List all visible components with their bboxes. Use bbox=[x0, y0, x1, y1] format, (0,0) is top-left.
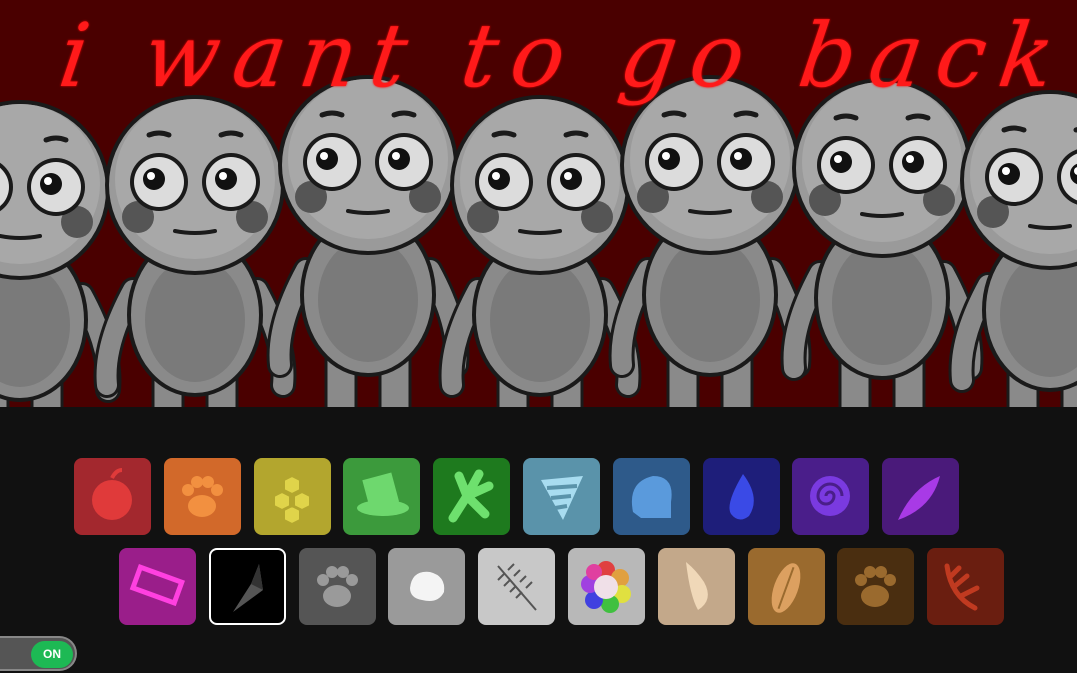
crystal-shard-icon bbox=[232, 564, 263, 612]
auto-toggle[interactable]: ON bbox=[0, 636, 77, 671]
rainbow-flower-icon bbox=[581, 561, 631, 613]
sound-palette bbox=[0, 407, 1077, 673]
character bbox=[608, 75, 812, 407]
character bbox=[780, 78, 984, 407]
brown-paw-icon bbox=[855, 566, 897, 607]
antler-icon bbox=[944, 563, 980, 611]
bread-icon bbox=[771, 563, 800, 613]
grey-paw-icon bbox=[316, 566, 358, 607]
palette-tile-pink-tag[interactable] bbox=[119, 548, 196, 625]
striped-flag-icon bbox=[541, 476, 583, 520]
palette-tile-grey-paw[interactable] bbox=[298, 548, 376, 625]
palette-tile-crystal-shard[interactable] bbox=[208, 548, 286, 625]
palette-tile-white-stone[interactable] bbox=[388, 548, 466, 625]
palette-tile-paw[interactable] bbox=[163, 458, 241, 535]
palette-tile-rainbow-flower[interactable] bbox=[568, 548, 645, 625]
character bbox=[438, 95, 642, 407]
palette-tile-brown-paw[interactable] bbox=[837, 548, 915, 625]
palette-tile-purple-leaf[interactable] bbox=[882, 458, 960, 535]
white-stone-icon bbox=[410, 571, 445, 601]
palette-tile-top-hat[interactable] bbox=[343, 458, 421, 535]
character bbox=[0, 100, 122, 407]
palette-tile-spiral[interactable] bbox=[792, 458, 870, 535]
water-drops-icon bbox=[729, 474, 754, 520]
pink-tag-icon bbox=[129, 563, 185, 607]
character bbox=[93, 95, 297, 407]
palette-tile-frog-hand[interactable] bbox=[433, 458, 511, 535]
scene-title: i want to go back bbox=[53, 4, 1075, 107]
palette-tile-fern-leaf[interactable] bbox=[478, 548, 556, 625]
palette-tile-blue-blob[interactable] bbox=[612, 458, 690, 535]
palette-tile-honeycomb[interactable] bbox=[253, 458, 331, 535]
spiral-icon bbox=[810, 476, 851, 516]
toggle-label: ON bbox=[31, 641, 73, 668]
palette-tile-bread[interactable] bbox=[747, 548, 825, 625]
palette-tile-apple[interactable] bbox=[74, 458, 151, 535]
palette-tile-antler[interactable] bbox=[927, 548, 1005, 625]
palette-tile-striped-flag[interactable] bbox=[523, 458, 600, 535]
honeycomb-icon bbox=[272, 474, 311, 526]
palette-tile-water-drops[interactable] bbox=[702, 458, 780, 535]
blue-blob-icon bbox=[631, 476, 672, 518]
palette-tile-horn[interactable] bbox=[657, 548, 735, 625]
fern-leaf-icon bbox=[497, 563, 537, 611]
character bbox=[266, 75, 470, 407]
top-hat-icon bbox=[357, 472, 410, 516]
paw-icon bbox=[181, 476, 223, 517]
horn-icon bbox=[685, 562, 708, 610]
purple-leaf-icon bbox=[898, 476, 941, 520]
character-stage: i want to go back bbox=[0, 0, 1077, 407]
apple-icon bbox=[92, 468, 132, 520]
frog-hand-icon bbox=[448, 469, 494, 523]
